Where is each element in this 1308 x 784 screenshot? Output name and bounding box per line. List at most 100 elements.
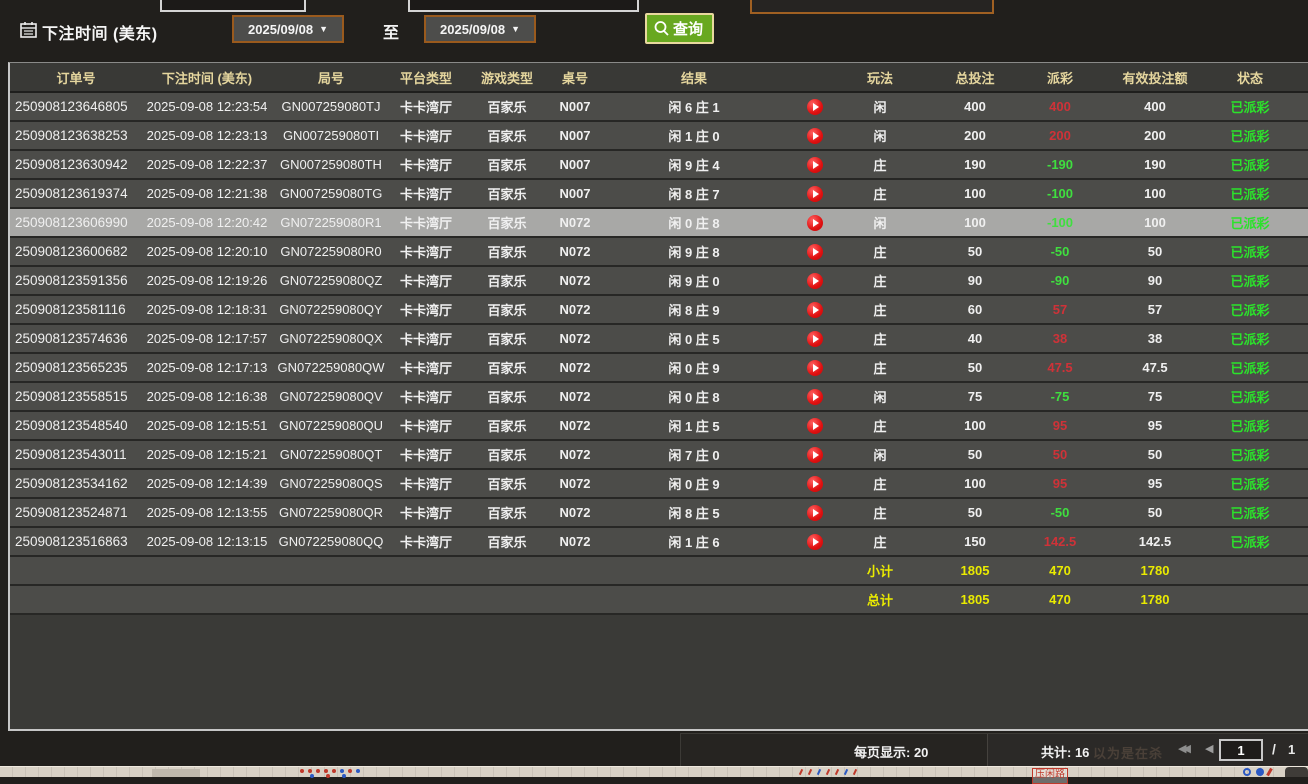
- cell-order-id: 250908123574636: [10, 325, 142, 352]
- cell-replay: [790, 441, 840, 468]
- cell-empty: [1280, 267, 1308, 294]
- table-row[interactable]: 2509081235585152025-09-08 12:16:38GN0722…: [10, 383, 1308, 412]
- subtotal-row: 小计18054701780: [10, 557, 1308, 586]
- play-video-icon[interactable]: [807, 418, 823, 434]
- cell-game-type: 百家乐: [462, 441, 552, 468]
- cell-bet-time: 2025-09-08 12:18:31: [142, 296, 272, 323]
- cell-result: 闲 8 庄 5: [598, 499, 790, 526]
- table-row[interactable]: 2509081236468052025-09-08 12:23:54GN0072…: [10, 93, 1308, 122]
- play-video-icon[interactable]: [807, 476, 823, 492]
- total-row-payout: 470: [1030, 586, 1090, 613]
- cell-replay: [790, 267, 840, 294]
- play-video-icon[interactable]: [807, 186, 823, 202]
- header-bet-time: 下注时间 (美东): [142, 63, 272, 91]
- cell-total-bet: 50: [920, 441, 1030, 468]
- cell-result: 闲 6 庄 1: [598, 93, 790, 120]
- table-row[interactable]: 2509081235811162025-09-08 12:18:31GN0722…: [10, 296, 1308, 325]
- cell-replay: [790, 209, 840, 236]
- table-row[interactable]: 2509081235168632025-09-08 12:13:15GN0722…: [10, 528, 1308, 557]
- cell-empty: [1280, 325, 1308, 352]
- cell-order-id: 250908123619374: [10, 180, 142, 207]
- calendar-icon: [20, 21, 37, 38]
- roadmap-dot: [300, 769, 304, 773]
- background-roadmap-strip: 压闲路: [0, 766, 1308, 777]
- table-row[interactable]: 2509081236382532025-09-08 12:23:13GN0072…: [10, 122, 1308, 151]
- cell-empty: [1280, 238, 1308, 265]
- cell-payout: -90: [1030, 267, 1090, 294]
- table-row[interactable]: 2509081235485402025-09-08 12:15:51GN0722…: [10, 412, 1308, 441]
- cell-valid-bet: 95: [1090, 470, 1220, 497]
- query-button[interactable]: 查询: [645, 13, 714, 44]
- roadmap-label: 压闲路: [1032, 768, 1068, 784]
- cell-payout: 95: [1030, 470, 1090, 497]
- cell-valid-bet: 38: [1090, 325, 1220, 352]
- roadmap-mark: [817, 769, 821, 775]
- bet-records-table: 订单号下注时间 (美东)局号平台类型游戏类型桌号结果玩法总投注派彩有效投注额状态…: [8, 62, 1308, 731]
- cell-empty: [1220, 557, 1280, 584]
- table-row[interactable]: 2509081235430112025-09-08 12:15:21GN0722…: [10, 441, 1308, 470]
- cell-valid-bet: 95: [1090, 412, 1220, 439]
- subtotal-row-payout: 470: [1030, 557, 1090, 584]
- play-video-icon[interactable]: [807, 389, 823, 405]
- play-video-icon[interactable]: [807, 302, 823, 318]
- play-video-icon[interactable]: [807, 99, 823, 115]
- table-row[interactable]: 2509081236069902025-09-08 12:20:42GN0722…: [10, 209, 1308, 238]
- cell-valid-bet: 57: [1090, 296, 1220, 323]
- cell-play-type: 闲: [840, 441, 920, 468]
- date-to-picker[interactable]: 2025/09/08 ▼: [424, 15, 536, 43]
- first-page-button[interactable]: ◀◀: [1178, 742, 1187, 756]
- cell-empty: [1280, 470, 1308, 497]
- play-video-icon[interactable]: [807, 447, 823, 463]
- date-from-picker[interactable]: 2025/09/08 ▼: [232, 15, 344, 43]
- cell-empty: [1280, 441, 1308, 468]
- play-video-icon[interactable]: [807, 273, 823, 289]
- cell-platform-type: 卡卡湾厅: [390, 180, 462, 207]
- cell-round-id: GN072259080QT: [272, 441, 390, 468]
- cell-play-type: 庄: [840, 470, 920, 497]
- table-row[interactable]: 2509081235746362025-09-08 12:17:57GN0722…: [10, 325, 1308, 354]
- table-row[interactable]: 2509081235248712025-09-08 12:13:55GN0722…: [10, 499, 1308, 528]
- cell-status: 已派彩: [1220, 325, 1280, 352]
- cell-result: 闲 9 庄 0: [598, 267, 790, 294]
- table-row[interactable]: 2509081235913562025-09-08 12:19:26GN0722…: [10, 267, 1308, 296]
- play-video-icon[interactable]: [807, 244, 823, 260]
- play-video-icon[interactable]: [807, 215, 823, 231]
- table-row[interactable]: 2509081236006822025-09-08 12:20:10GN0722…: [10, 238, 1308, 267]
- cell-valid-bet: 100: [1090, 180, 1220, 207]
- header-platform-type: 平台类型: [390, 63, 462, 91]
- cell-order-id: 250908123548540: [10, 412, 142, 439]
- cell-payout: 57: [1030, 296, 1090, 323]
- table-row[interactable]: 2509081236193742025-09-08 12:21:38GN0072…: [10, 180, 1308, 209]
- cell-round-id: GN072259080QQ: [272, 528, 390, 555]
- play-video-icon[interactable]: [807, 360, 823, 376]
- prev-page-button[interactable]: ◀: [1205, 742, 1213, 756]
- play-video-icon[interactable]: [807, 534, 823, 550]
- cell-payout: -100: [1030, 209, 1090, 236]
- roadmap-dot: [310, 774, 314, 778]
- cell-table-no: N007: [552, 122, 598, 149]
- cell-total-bet: 150: [920, 528, 1030, 555]
- cell-play-type: 庄: [840, 325, 920, 352]
- table-header-row: 订单号下注时间 (美东)局号平台类型游戏类型桌号结果玩法总投注派彩有效投注额状态…: [10, 63, 1308, 93]
- table-row[interactable]: 2509081235652352025-09-08 12:17:13GN0722…: [10, 354, 1308, 383]
- pagination-bar: 每页显示: 20 共计: 16 以为是在杀 ◀◀ ◀ / 1: [680, 733, 1308, 767]
- play-video-icon[interactable]: [807, 331, 823, 347]
- play-video-icon[interactable]: [807, 157, 823, 173]
- cell-game-type: 百家乐: [462, 93, 552, 120]
- table-row[interactable]: 2509081236309422025-09-08 12:22:37GN0072…: [10, 151, 1308, 180]
- cell-game-type: 百家乐: [462, 238, 552, 265]
- cell-play-type: 闲: [840, 383, 920, 410]
- play-video-icon[interactable]: [807, 505, 823, 521]
- play-video-icon[interactable]: [807, 128, 823, 144]
- cell-play-type: 庄: [840, 151, 920, 178]
- table-row[interactable]: 2509081235341622025-09-08 12:14:39GN0722…: [10, 470, 1308, 499]
- cell-empty: [1280, 586, 1308, 613]
- cell-empty: [1280, 296, 1308, 323]
- cell-round-id: GN072259080QW: [272, 354, 390, 381]
- cell-status: 已派彩: [1220, 383, 1280, 410]
- cell-status: 已派彩: [1220, 93, 1280, 120]
- cell-result: 闲 9 庄 8: [598, 238, 790, 265]
- page-number-input[interactable]: [1219, 739, 1263, 761]
- cell-bet-time: 2025-09-08 12:19:26: [142, 267, 272, 294]
- header-total-bet: 总投注: [920, 63, 1030, 91]
